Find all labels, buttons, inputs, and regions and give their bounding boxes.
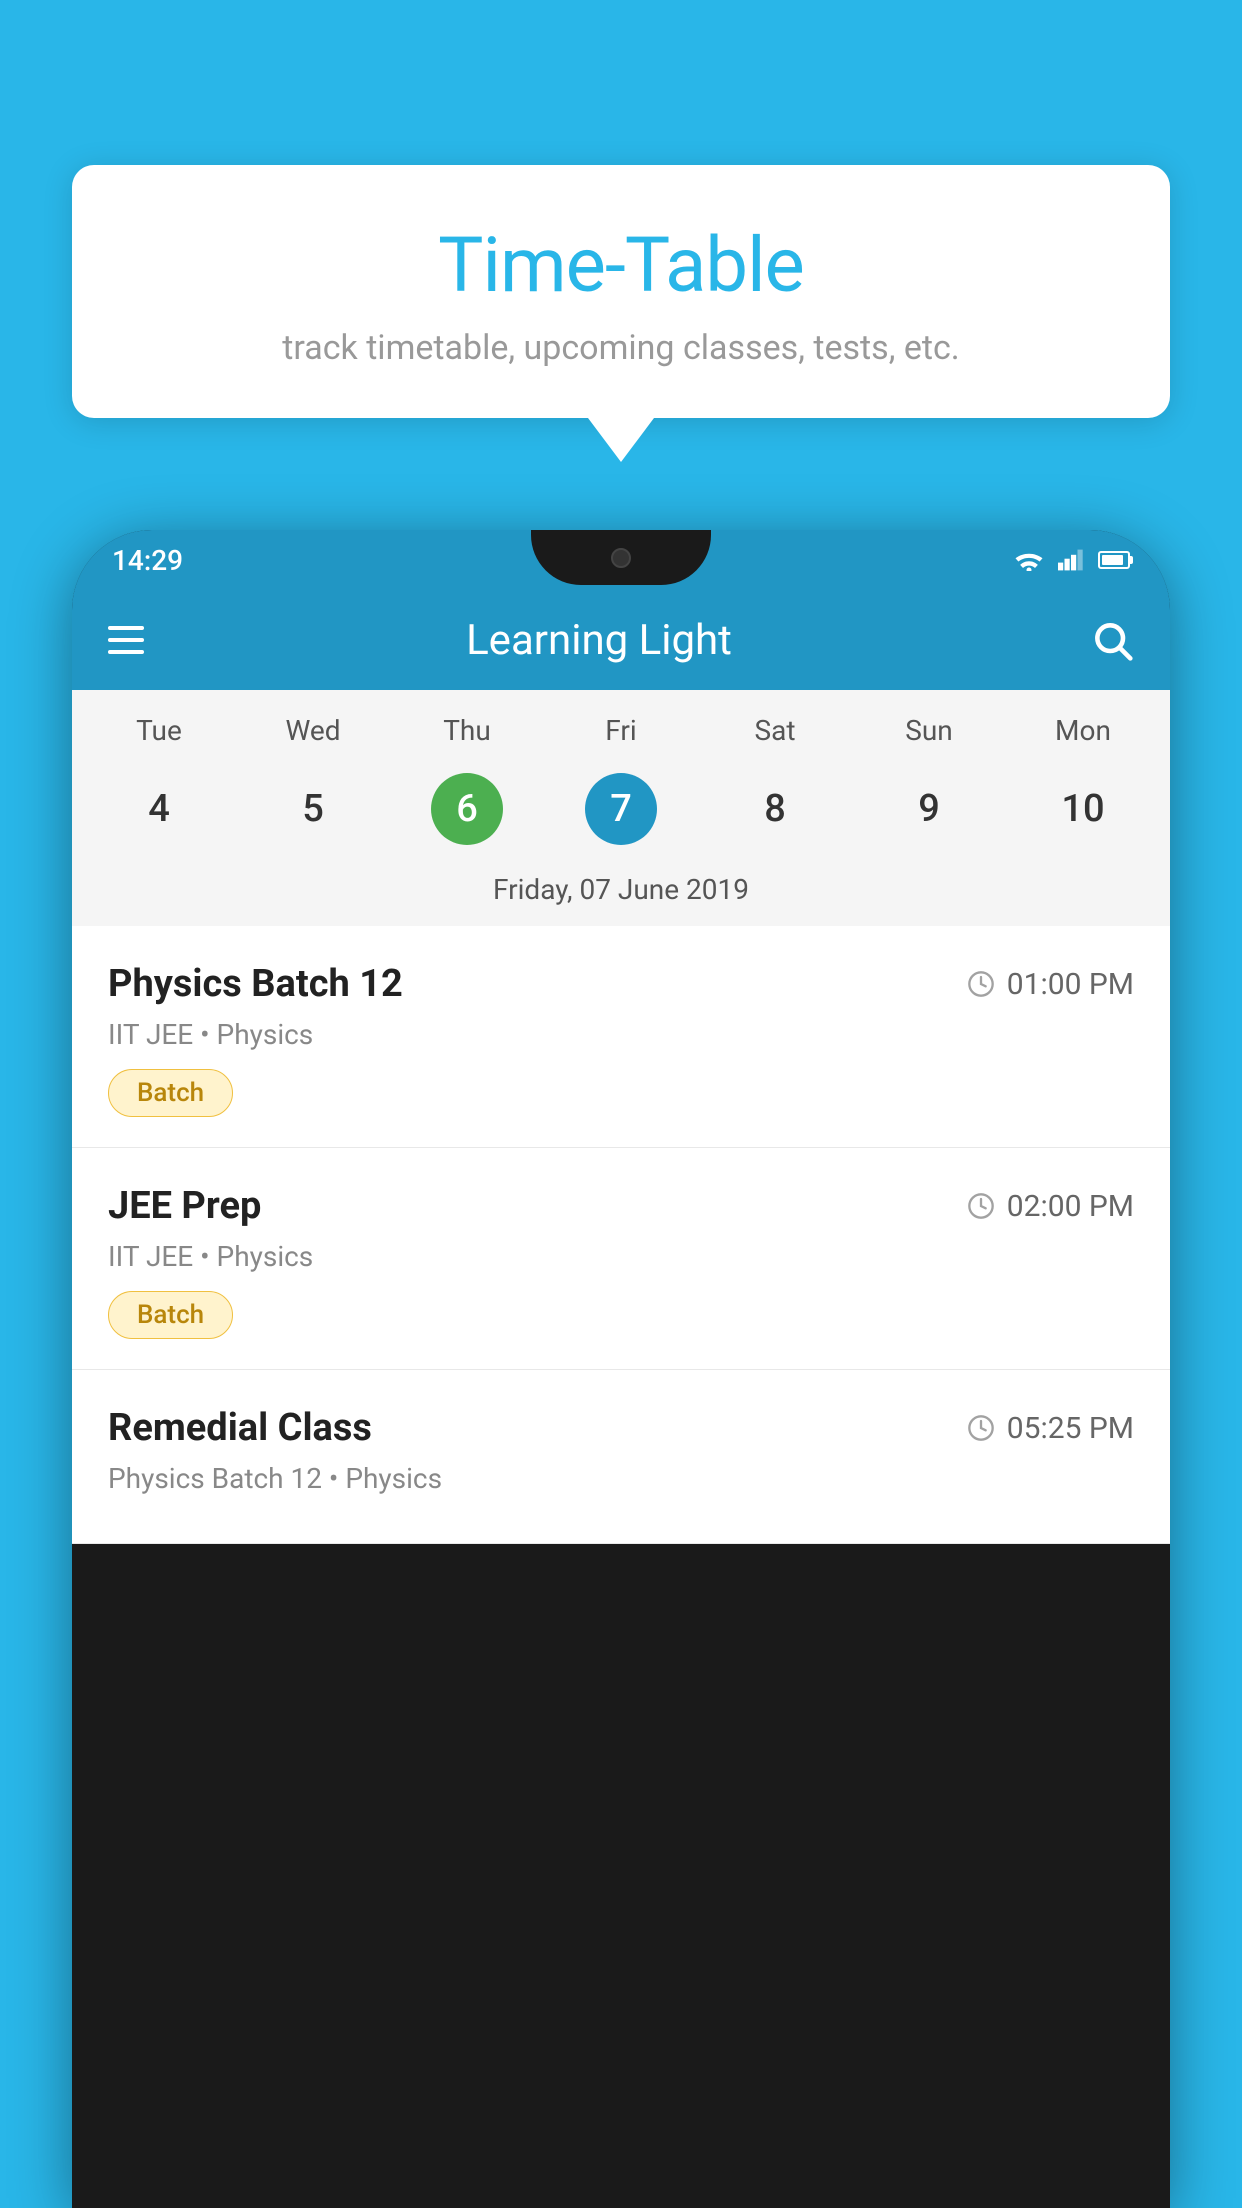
day-header-thu: Thu xyxy=(390,714,544,761)
batch-badge-2: Batch xyxy=(108,1291,233,1339)
search-icon[interactable] xyxy=(1090,618,1134,662)
phone-content: Tue Wed Thu Fri Sat Sun Mon 4 5 6 7 8 9 … xyxy=(72,690,1170,1544)
schedule-item-2[interactable]: JEE Prep 02:00 PM IIT JEE • Physics Batc… xyxy=(72,1148,1170,1370)
day-header-fri: Fri xyxy=(544,714,698,761)
day-circle-7: 7 xyxy=(585,773,657,845)
tooltip-subtitle: track timetable, upcoming classes, tests… xyxy=(132,328,1110,368)
day-circle-6: 6 xyxy=(431,773,503,845)
day-circle-10: 10 xyxy=(1047,773,1119,845)
day-circle-8: 8 xyxy=(739,773,811,845)
day-cell-10[interactable]: 10 xyxy=(1006,761,1160,857)
day-cell-9[interactable]: 9 xyxy=(852,761,1006,857)
tooltip-card: Time-Table track timetable, upcoming cla… xyxy=(72,165,1170,418)
status-icons xyxy=(1014,549,1130,571)
batch-badge-1: Batch xyxy=(108,1069,233,1117)
schedule-item-3[interactable]: Remedial Class 05:25 PM Physics Batch 12… xyxy=(72,1370,1170,1544)
clock-icon-2 xyxy=(967,1192,995,1220)
schedule-item-2-subtitle: IIT JEE • Physics xyxy=(108,1240,1134,1273)
schedule-item-1[interactable]: Physics Batch 12 01:00 PM IIT JEE • Phys… xyxy=(72,926,1170,1148)
schedule-item-1-title: Physics Batch 12 xyxy=(108,962,403,1006)
day-circle-9: 9 xyxy=(893,773,965,845)
clock-icon-1 xyxy=(967,970,995,998)
schedule-item-3-subtitle: Physics Batch 12 • Physics xyxy=(108,1462,1134,1495)
date-label: Friday, 07 June 2019 xyxy=(72,857,1170,926)
day-circle-4: 4 xyxy=(123,773,195,845)
day-cell-7[interactable]: 7 xyxy=(544,761,698,857)
schedule-item-3-header: Remedial Class 05:25 PM xyxy=(108,1406,1134,1450)
calendar-strip: Tue Wed Thu Fri Sat Sun Mon 4 5 6 7 8 9 … xyxy=(72,690,1170,926)
hamburger-line-2 xyxy=(108,638,144,642)
schedule-item-2-title: JEE Prep xyxy=(108,1184,261,1228)
phone-frame: 14:29 Lea xyxy=(72,530,1170,2208)
day-cell-4[interactable]: 4 xyxy=(82,761,236,857)
day-header-sun: Sun xyxy=(852,714,1006,761)
clock-icon-3 xyxy=(967,1414,995,1442)
schedule-item-1-header: Physics Batch 12 01:00 PM xyxy=(108,962,1134,1006)
day-header-tue: Tue xyxy=(82,714,236,761)
day-circle-5: 5 xyxy=(277,773,349,845)
day-cell-8[interactable]: 8 xyxy=(698,761,852,857)
tooltip-title: Time-Table xyxy=(132,220,1110,310)
status-time: 14:29 xyxy=(112,544,183,577)
status-bar: 14:29 xyxy=(72,530,1170,590)
hamburger-line-1 xyxy=(108,626,144,630)
day-headers: Tue Wed Thu Fri Sat Sun Mon xyxy=(72,714,1170,761)
schedule-item-3-title: Remedial Class xyxy=(108,1406,372,1450)
app-bar: Learning Light xyxy=(72,590,1170,690)
wifi-icon xyxy=(1014,549,1044,571)
schedule-item-1-subtitle: IIT JEE • Physics xyxy=(108,1018,1134,1051)
day-numbers: 4 5 6 7 8 9 10 xyxy=(72,761,1170,857)
schedule-item-2-header: JEE Prep 02:00 PM xyxy=(108,1184,1134,1228)
hamburger-line-3 xyxy=(108,650,144,654)
day-cell-6[interactable]: 6 xyxy=(390,761,544,857)
schedule-item-1-time: 01:00 PM xyxy=(967,967,1134,1002)
schedule-item-2-time: 02:00 PM xyxy=(967,1189,1134,1224)
day-cell-5[interactable]: 5 xyxy=(236,761,390,857)
signal-icon xyxy=(1058,549,1084,571)
schedule-list: Physics Batch 12 01:00 PM IIT JEE • Phys… xyxy=(72,926,1170,1544)
day-header-sat: Sat xyxy=(698,714,852,761)
hamburger-menu-icon[interactable] xyxy=(108,626,144,654)
notch xyxy=(531,530,711,585)
day-header-wed: Wed xyxy=(236,714,390,761)
battery-icon xyxy=(1098,551,1130,569)
app-bar-title: Learning Light xyxy=(174,616,1024,665)
schedule-item-3-time: 05:25 PM xyxy=(967,1411,1134,1446)
camera-dot xyxy=(611,548,631,568)
day-header-mon: Mon xyxy=(1006,714,1160,761)
